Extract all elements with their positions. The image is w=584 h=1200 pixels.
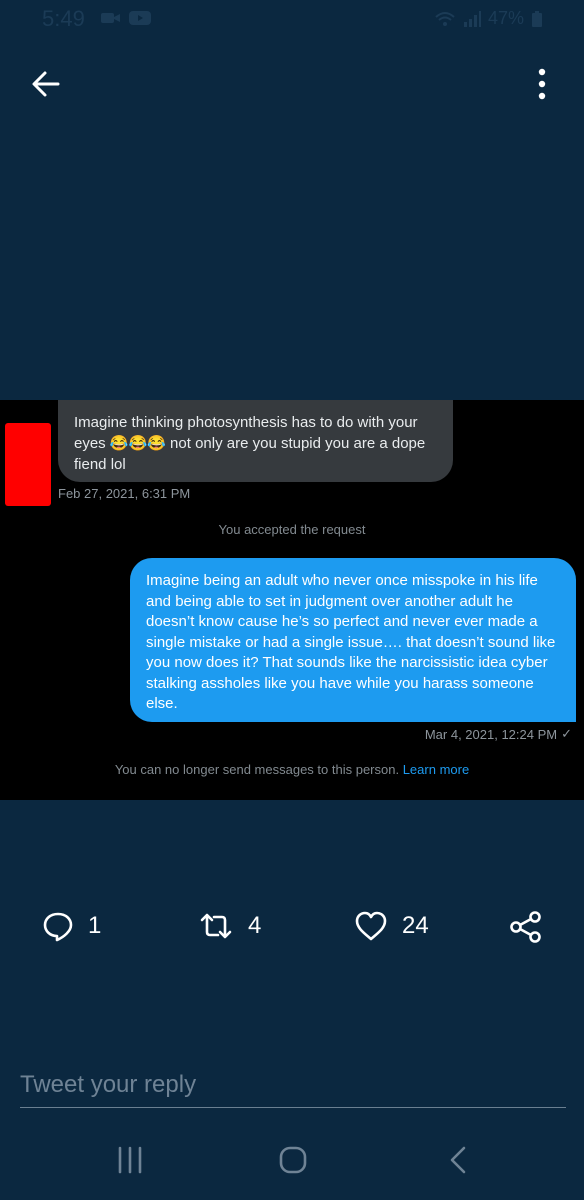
redacted-avatar xyxy=(5,423,51,506)
heart-icon xyxy=(355,911,387,941)
home-button[interactable] xyxy=(272,1142,312,1178)
reply-count: 1 xyxy=(88,912,102,939)
more-options-button[interactable] xyxy=(528,66,556,106)
video-camera-icon xyxy=(101,13,120,23)
reply-button[interactable]: 1 xyxy=(42,910,101,942)
back-button[interactable] xyxy=(28,66,64,102)
learn-more-link[interactable]: Learn more xyxy=(403,762,469,777)
status-system-icons: 47% xyxy=(434,8,544,29)
recent-apps-icon xyxy=(118,1146,142,1174)
battery-icon xyxy=(532,10,542,27)
request-accepted-notice: You accepted the request xyxy=(218,522,366,537)
outgoing-message-meta: Mar 4, 2021, 12:24 PM ✓ xyxy=(425,726,572,742)
retweet-button[interactable]: 4 xyxy=(198,910,261,942)
outgoing-message-time: Mar 4, 2021, 12:24 PM xyxy=(424,726,558,742)
outgoing-message-bubble: Imagine being an adult who never once mi… xyxy=(130,558,576,722)
back-nav-icon xyxy=(450,1146,466,1174)
back-arrow-icon xyxy=(32,71,60,97)
read-check-icon: ✓ xyxy=(561,726,572,741)
status-notification-icons xyxy=(100,10,152,26)
no-messages-notice: You can no longer send messages to this … xyxy=(0,762,584,777)
tweet-reply-input[interactable] xyxy=(20,1062,566,1108)
share-button[interactable] xyxy=(508,910,544,944)
like-count: 24 xyxy=(402,912,429,939)
incoming-message-time: Feb 27, 2021, 6:31 PM xyxy=(58,486,191,501)
like-button[interactable]: 24 xyxy=(354,910,429,942)
home-icon xyxy=(279,1146,307,1174)
no-messages-text: You can no longer send messages to this … xyxy=(114,762,400,777)
status-time: 5:49 xyxy=(42,6,85,31)
battery-percent: 47% xyxy=(487,8,524,28)
signal-icon xyxy=(463,10,481,27)
reply-icon xyxy=(43,912,73,942)
retweet-icon xyxy=(200,913,232,939)
youtube-icon xyxy=(129,11,151,25)
share-icon xyxy=(510,911,541,943)
recent-apps-button[interactable] xyxy=(110,1142,150,1178)
wifi-icon xyxy=(435,11,455,26)
more-vertical-icon xyxy=(538,68,546,100)
incoming-message-bubble: Imagine thinking photosynthesis has to d… xyxy=(58,400,453,482)
retweet-count: 4 xyxy=(248,912,262,939)
back-nav-button[interactable] xyxy=(440,1142,480,1178)
